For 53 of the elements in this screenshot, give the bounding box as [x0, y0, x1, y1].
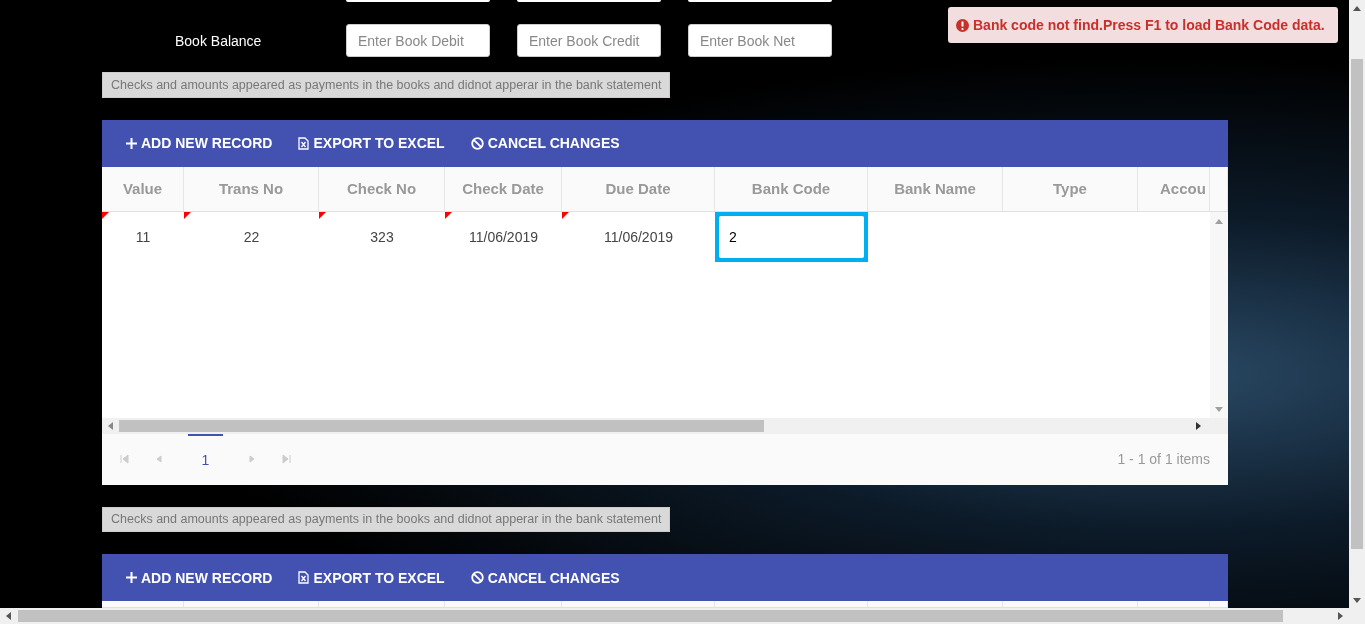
- scrollbar-thumb[interactable]: [18, 610, 1283, 622]
- last-page-icon[interactable]: [281, 454, 291, 465]
- scroll-right-icon[interactable]: [1337, 612, 1345, 620]
- spreadsheet-file-icon: [298, 136, 310, 150]
- plus-icon: [126, 572, 137, 583]
- column-header[interactable]: Bank Code: [751, 180, 831, 198]
- column-header[interactable]: Due Date: [605, 180, 671, 198]
- input-field[interactable]: Enter Book Net: [688, 24, 832, 57]
- cancel-icon: [470, 571, 484, 584]
- plus-icon: [126, 137, 137, 149]
- table-cell: 11/06/2019: [604, 228, 673, 245]
- column-header[interactable]: Trans No: [218, 180, 284, 198]
- export-button[interactable]: EXPORT TO EXCEL: [292, 131, 451, 156]
- scrollbar-thumb[interactable]: [119, 419, 764, 432]
- page-vertical-scrollbar[interactable]: [1349, 0, 1365, 608]
- alert-message: Bank code not find.Press F1 to load Bank Code data.: [973, 17, 1325, 33]
- export-button[interactable]: EXPORT TO EXCEL: [292, 565, 451, 590]
- column-header[interactable]: Type: [1053, 180, 1087, 198]
- add-record-button[interactable]: ADD NEW RECORD: [120, 131, 279, 156]
- section-caption: Checks and amounts appeared as payments in the books and didnot apperar in the bank statement: [102, 506, 671, 532]
- add-record-button[interactable]: ADD NEW RECORD: [120, 565, 279, 590]
- scroll-down-icon[interactable]: [1353, 596, 1361, 604]
- scroll-up-icon[interactable]: [1353, 4, 1361, 12]
- input-field[interactable]: Enter Book Debit: [346, 24, 490, 57]
- page-horizontal-scrollbar[interactable]: [0, 608, 1365, 624]
- bank-code-input[interactable]: 2: [719, 215, 864, 258]
- pager-info: 1 - 1 of 1 items: [1117, 451, 1210, 468]
- table-cell: 11/06/2019: [469, 228, 538, 245]
- next-page-icon[interactable]: [247, 454, 257, 465]
- table-cell: 11: [135, 228, 151, 245]
- table-cell: 323: [370, 228, 394, 245]
- column-header[interactable]: Accou: [1160, 180, 1206, 198]
- column-header[interactable]: Check Date: [462, 180, 544, 198]
- scroll-right-icon[interactable]: [1195, 421, 1203, 430]
- error-icon: [956, 18, 969, 32]
- column-header[interactable]: Bank Name: [894, 180, 976, 198]
- first-page-icon[interactable]: [120, 454, 130, 465]
- horizontal-scrollbar[interactable]: [102, 417, 1228, 434]
- cancel-button[interactable]: CANCEL CHANGES: [464, 565, 626, 590]
- input-field[interactable]: Enter Book Credit: [517, 24, 661, 57]
- scrollbar-thumb[interactable]: [1351, 59, 1363, 549]
- scroll-left-icon[interactable]: [106, 421, 114, 430]
- column-header[interactable]: Value: [122, 180, 163, 198]
- section-caption: Checks and amounts appeared as payments in the books and didnot apperar in the bank statement: [102, 72, 671, 98]
- scroll-left-icon[interactable]: [4, 612, 12, 620]
- field-label: Book Balance: [174, 32, 263, 49]
- cancel-icon: [470, 136, 484, 150]
- table-cell: 22: [243, 228, 260, 245]
- spreadsheet-file-icon: [298, 571, 310, 584]
- column-header[interactable]: Check No: [346, 180, 417, 198]
- cancel-button[interactable]: CANCEL CHANGES: [464, 131, 626, 156]
- previous-page-icon[interactable]: [154, 454, 164, 465]
- page-button[interactable]: 1: [188, 433, 223, 485]
